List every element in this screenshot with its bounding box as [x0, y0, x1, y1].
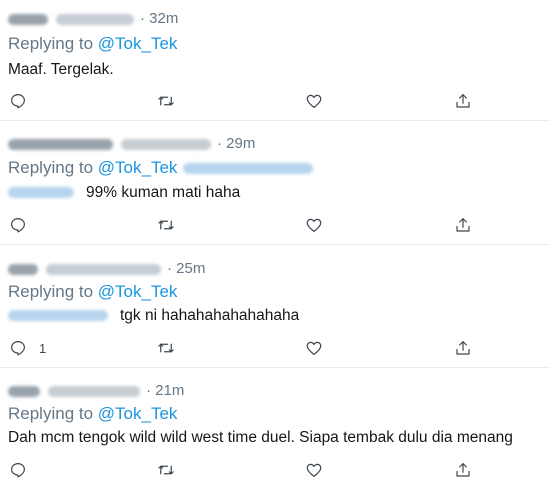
heart-icon — [306, 94, 322, 108]
timestamp[interactable]: · 32m — [140, 10, 178, 27]
retweet-icon — [158, 343, 174, 353]
retweet-button[interactable] — [157, 90, 197, 112]
like-button[interactable] — [305, 337, 345, 359]
tweet-header: · 29m — [8, 135, 255, 152]
tweet-text-line: tgk ni hahahahahahahaha — [8, 307, 299, 325]
mention-link-other[interactable] — [183, 163, 314, 175]
tweet[interactable]: · 29m Replying to @Tok_Tek 99% kuman mat… — [0, 121, 550, 245]
like-button[interactable] — [305, 214, 345, 236]
share-button[interactable] — [454, 459, 494, 481]
reply-count: 1 — [39, 340, 47, 356]
heart-icon — [306, 341, 322, 355]
mention-link[interactable]: @Tok_Tek — [98, 282, 178, 301]
replying-to-label: Replying to — [8, 34, 98, 53]
tweet-actions: 1 — [0, 337, 550, 359]
mention-link-other[interactable] — [8, 310, 108, 322]
reply-icon — [11, 463, 25, 478]
reply-feed: · 32m Replying to @Tok_Tek Maaf. Tergela… — [0, 0, 550, 488]
reply-icon — [11, 341, 25, 356]
reply-button[interactable]: 1 — [9, 337, 49, 359]
tweet-text: Maaf. Tergelak. — [8, 61, 114, 78]
share-icon — [456, 94, 470, 108]
reply-icon — [11, 94, 25, 109]
author-handle[interactable] — [46, 263, 161, 275]
retweet-icon — [158, 96, 174, 106]
timestamp[interactable]: · 21m — [146, 382, 184, 399]
share-icon — [456, 463, 470, 477]
replying-to-label: Replying to — [8, 158, 98, 177]
tweet-header: · 21m — [8, 382, 184, 399]
retweet-button[interactable] — [157, 214, 197, 236]
tweet-text-line: 99% kuman mati haha — [8, 184, 240, 202]
retweet-button[interactable] — [157, 459, 197, 481]
retweet-icon — [158, 220, 174, 230]
reply-button[interactable] — [9, 459, 49, 481]
replying-to-label: Replying to — [8, 404, 98, 423]
tweet-actions — [0, 459, 550, 481]
reply-icon — [11, 218, 25, 233]
timestamp[interactable]: · 25m — [167, 260, 205, 277]
tweet-header: · 32m — [8, 10, 178, 27]
reply-button[interactable] — [9, 214, 49, 236]
heart-icon — [306, 463, 322, 477]
retweet-icon — [158, 465, 174, 475]
author-handle[interactable] — [121, 138, 211, 150]
tweet-text: 99% kuman mati haha — [86, 184, 241, 201]
author-handle[interactable] — [56, 13, 134, 25]
like-button[interactable] — [305, 459, 345, 481]
author-name[interactable] — [8, 13, 48, 25]
author-name[interactable] — [8, 138, 113, 150]
share-button[interactable] — [454, 337, 494, 359]
replying-to: Replying to @Tok_Tek — [8, 404, 177, 424]
tweet[interactable]: · 32m Replying to @Tok_Tek Maaf. Tergela… — [0, 0, 550, 121]
author-handle[interactable] — [48, 385, 140, 397]
share-button[interactable] — [454, 214, 494, 236]
tweet-actions — [0, 90, 550, 112]
author-name[interactable] — [8, 263, 38, 275]
replying-to-label: Replying to — [8, 282, 98, 301]
heart-icon — [306, 218, 322, 232]
share-icon — [456, 341, 470, 355]
replying-to: Replying to @Tok_Tek — [8, 34, 177, 54]
mention-link[interactable]: @Tok_Tek — [98, 158, 178, 177]
timestamp[interactable]: · 29m — [217, 135, 255, 152]
retweet-button[interactable] — [157, 337, 197, 359]
like-button[interactable] — [305, 90, 345, 112]
replying-to: Replying to @Tok_Tek — [8, 282, 177, 302]
tweet[interactable]: · 21m Replying to @Tok_Tek Dah mcm tengo… — [0, 368, 550, 488]
share-icon — [456, 218, 470, 232]
mention-link[interactable]: @Tok_Tek — [98, 34, 178, 53]
tweet-text: Dah mcm tengok wild wild west time duel.… — [8, 429, 513, 446]
replying-to: Replying to @Tok_Tek — [8, 158, 314, 178]
tweet[interactable]: · 25m Replying to @Tok_Tek tgk ni hahaha… — [0, 245, 550, 368]
reply-button[interactable] — [9, 90, 49, 112]
mention-link[interactable]: @Tok_Tek — [98, 404, 178, 423]
share-button[interactable] — [454, 90, 494, 112]
author-name[interactable] — [8, 385, 40, 397]
tweet-header: · 25m — [8, 260, 205, 277]
tweet-actions — [0, 214, 550, 236]
mention-link-other[interactable] — [8, 187, 74, 199]
tweet-text: tgk ni hahahahahahahaha — [120, 307, 300, 324]
